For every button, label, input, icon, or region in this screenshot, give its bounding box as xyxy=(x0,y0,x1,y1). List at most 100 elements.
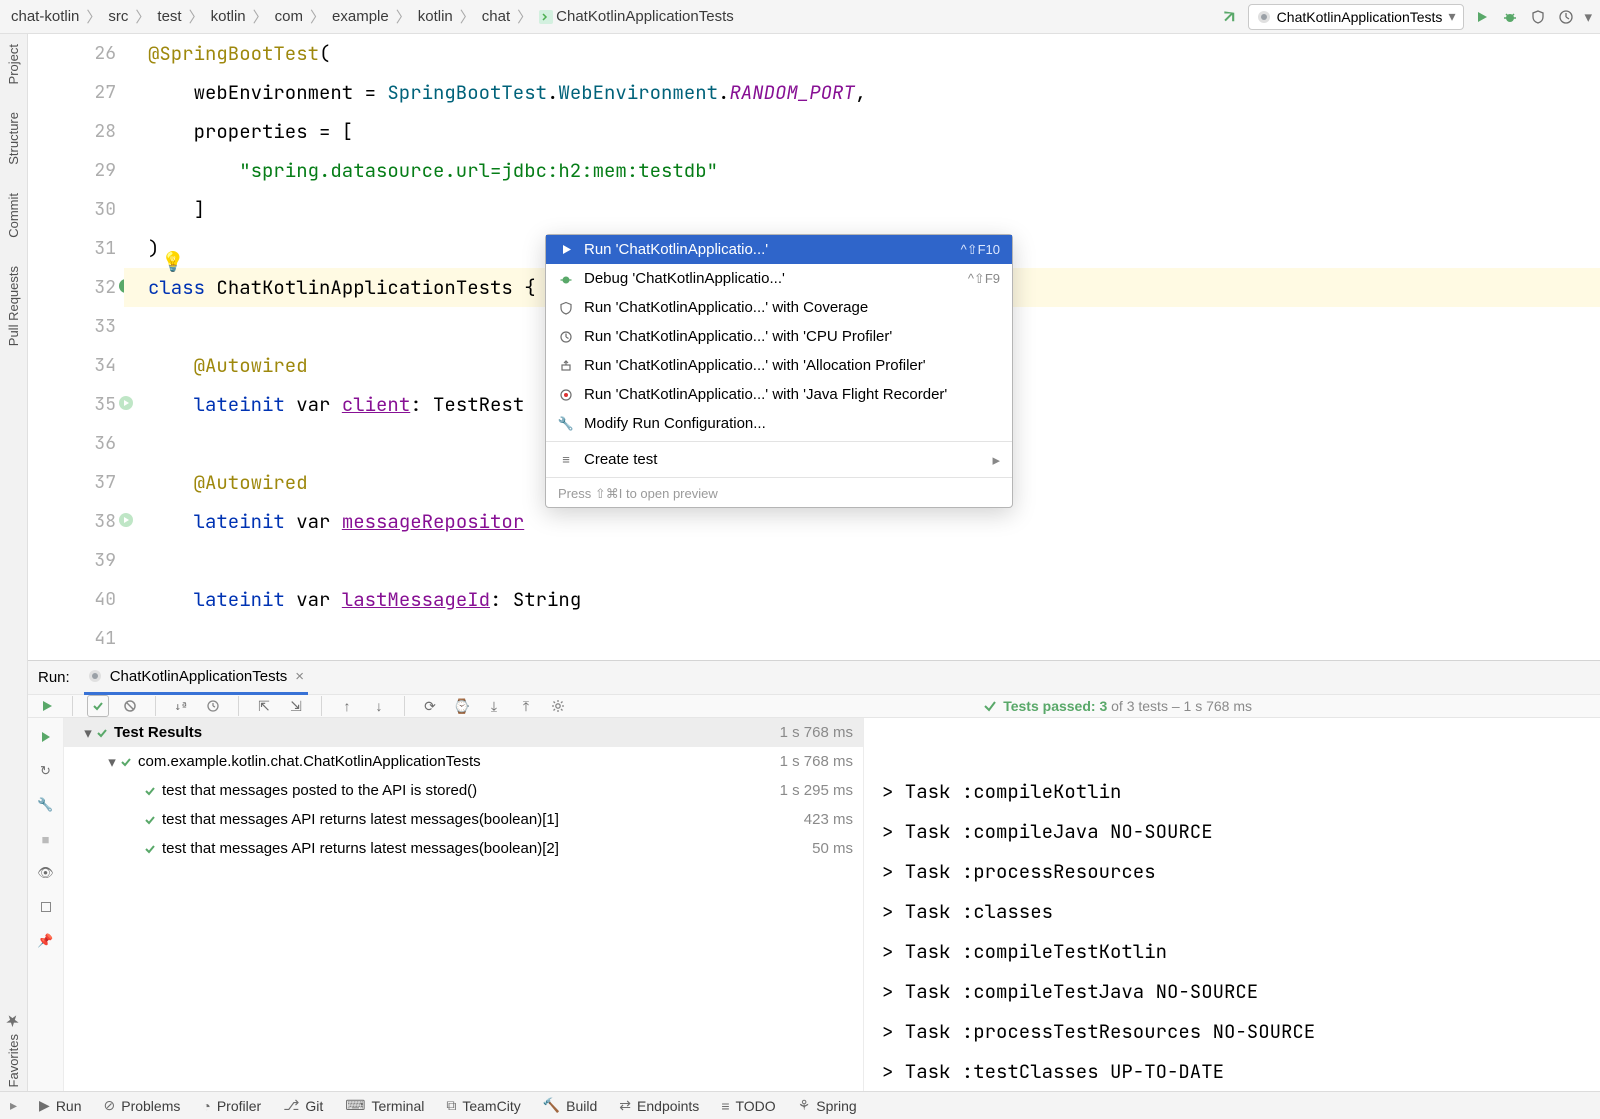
code-line[interactable] xyxy=(124,619,1600,658)
breadcrumb-item[interactable]: chat-kotlin xyxy=(8,6,82,27)
expand-all-icon[interactable]: ⇱ xyxy=(253,695,275,717)
line-number[interactable]: 33 xyxy=(28,307,116,346)
line-number[interactable]: 39 xyxy=(28,541,116,580)
run-icon[interactable] xyxy=(36,695,58,717)
gear-icon[interactable] xyxy=(547,695,569,717)
chevron-icon[interactable]: ▸ xyxy=(10,1097,17,1114)
line-number[interactable]: 35 xyxy=(28,385,116,424)
line-number[interactable]: 36 xyxy=(28,424,116,463)
line-number[interactable]: 29 xyxy=(28,151,116,190)
code-line[interactable]: @SpringBootTest( xyxy=(124,34,1600,73)
line-number[interactable]: 27 xyxy=(28,73,116,112)
profiler-icon[interactable] xyxy=(1556,7,1576,27)
sort-alpha-icon[interactable]: ↓ª xyxy=(170,695,192,717)
check-icon xyxy=(983,699,997,713)
sb-endpoints[interactable]: ⇄Endpoints xyxy=(619,1097,699,1114)
down-icon[interactable]: ↓ xyxy=(368,695,390,717)
breadcrumb-item[interactable]: example xyxy=(329,6,392,27)
sb-todo[interactable]: ≡TODO xyxy=(721,1098,775,1114)
check-toggle-icon[interactable] xyxy=(87,695,109,717)
line-number[interactable]: 28 xyxy=(28,112,116,151)
tree-row[interactable]: test that messages posted to the API is … xyxy=(64,776,863,805)
breadcrumb-item[interactable]: kotlin xyxy=(208,6,249,27)
code-line[interactable]: ] xyxy=(124,190,1600,229)
build-icon[interactable] xyxy=(1220,7,1240,27)
run-config-dropdown[interactable]: ChatKotlinApplicationTests ▾ xyxy=(1248,4,1465,30)
breadcrumb-item[interactable]: chat xyxy=(479,6,513,27)
tool-favorites[interactable]: Favorites ★ xyxy=(2,1007,25,1091)
breadcrumb-item[interactable]: kotlin xyxy=(415,6,456,27)
console[interactable]: > Task :compileKotlin > Task :compileJav… xyxy=(864,718,1600,1106)
run-tab-active[interactable]: ChatKotlinApplicationTests × xyxy=(84,661,308,695)
code-line[interactable]: properties = [ xyxy=(124,112,1600,151)
block-icon[interactable] xyxy=(119,695,141,717)
rerun-icon[interactable]: ⟳ xyxy=(419,695,441,717)
rerun-tests-icon[interactable] xyxy=(35,726,57,748)
test-tree[interactable]: ▾Test Results1 s 768 ms▾com.example.kotl… xyxy=(64,718,864,1106)
tree-row[interactable]: test that messages API returns latest me… xyxy=(64,805,863,834)
breadcrumb-item[interactable]: src xyxy=(105,6,131,27)
ctx-create-test[interactable]: ≡Create test▸ xyxy=(546,445,1012,474)
sb-teamcity[interactable]: ⧉TeamCity xyxy=(446,1097,520,1114)
coverage-icon[interactable] xyxy=(1528,7,1548,27)
line-number[interactable]: 40 xyxy=(28,580,116,619)
code-line[interactable]: "spring.datasource.url=jdbc:h2:mem:testd… xyxy=(124,151,1600,190)
ctx-item-label: Modify Run Configuration... xyxy=(584,415,1000,432)
ctx-menu-item[interactable]: 🔧Modify Run Configuration... xyxy=(546,409,1012,438)
breadcrumb-item[interactable]: ChatKotlinApplicationTests xyxy=(536,6,737,27)
twisty-icon[interactable]: ▾ xyxy=(80,724,96,742)
up-icon[interactable]: ↑ xyxy=(336,695,358,717)
chevron-down-icon[interactable]: ▾ xyxy=(1584,8,1592,26)
sb-profiler[interactable]: ◔Profiler xyxy=(202,1098,261,1114)
tool-pull-requests[interactable]: Pull Requests xyxy=(4,262,23,350)
sb-terminal[interactable]: ⌨Terminal xyxy=(345,1097,424,1114)
line-number[interactable]: 34 xyxy=(28,346,116,385)
intention-bulb-icon[interactable]: 💡 xyxy=(161,242,185,281)
export-icon[interactable]: ⤒ xyxy=(515,695,537,717)
twisty-icon[interactable]: ▾ xyxy=(104,753,120,771)
line-number[interactable]: 32 xyxy=(28,268,116,307)
layout-icon[interactable] xyxy=(35,896,57,918)
sort-dur-icon[interactable] xyxy=(202,695,224,717)
sb-problems[interactable]: ⊘Problems xyxy=(104,1097,181,1114)
check-icon xyxy=(120,756,132,768)
ctx-menu-item[interactable]: Run 'ChatKotlinApplicatio...'^⇧F10 xyxy=(546,235,1012,264)
tree-row[interactable]: test that messages API returns latest me… xyxy=(64,834,863,863)
ctx-menu-item[interactable]: Run 'ChatKotlinApplicatio...' with 'Java… xyxy=(546,380,1012,409)
stop-icon[interactable]: ■ xyxy=(35,828,57,850)
code-line[interactable]: lateinit var lastMessageId: String xyxy=(124,580,1600,619)
tree-row[interactable]: ▾com.example.kotlin.chat.ChatKotlinAppli… xyxy=(64,747,863,776)
ctx-menu-item[interactable]: Run 'ChatKotlinApplicatio...' with Cover… xyxy=(546,293,1012,322)
code-line[interactable] xyxy=(124,541,1600,580)
watch-icon[interactable]: 👁 xyxy=(35,862,57,884)
line-number[interactable]: 26 xyxy=(28,34,116,73)
sb-spring[interactable]: ⚘Spring xyxy=(798,1097,857,1114)
sb-run[interactable]: ▶Run xyxy=(39,1097,81,1114)
pin-icon[interactable]: 📌 xyxy=(35,930,57,952)
code-line[interactable]: webEnvironment = SpringBootTest.WebEnvir… xyxy=(124,73,1600,112)
sb-git[interactable]: ⎇Git xyxy=(283,1097,323,1114)
import-icon[interactable]: ⤓ xyxy=(483,695,505,717)
rerun-failed-icon[interactable]: ↻ xyxy=(35,760,57,782)
close-icon[interactable]: × xyxy=(295,668,304,685)
line-number[interactable]: 41 xyxy=(28,619,116,658)
tool-commit[interactable]: Commit xyxy=(4,189,23,242)
tool-structure[interactable]: Structure xyxy=(4,108,23,169)
collapse-all-icon[interactable]: ⇲ xyxy=(285,695,307,717)
sb-build[interactable]: 🔨Build xyxy=(543,1097,598,1114)
tree-row[interactable]: ▾Test Results1 s 768 ms xyxy=(64,718,863,747)
debug-icon[interactable] xyxy=(1500,7,1520,27)
line-number[interactable]: 37 xyxy=(28,463,116,502)
line-number[interactable]: 31 xyxy=(28,229,116,268)
breadcrumb-item[interactable]: com xyxy=(272,6,306,27)
history-icon[interactable]: ⌚ xyxy=(451,695,473,717)
ctx-menu-item[interactable]: Debug 'ChatKotlinApplicatio...'^⇧F9 xyxy=(546,264,1012,293)
wrench-icon[interactable]: 🔧 xyxy=(35,794,57,816)
ctx-menu-item[interactable]: Run 'ChatKotlinApplicatio...' with 'CPU … xyxy=(546,322,1012,351)
run-icon[interactable] xyxy=(1472,7,1492,27)
tool-project[interactable]: Project xyxy=(4,40,23,88)
line-number[interactable]: 38 xyxy=(28,502,116,541)
breadcrumb-item[interactable]: test xyxy=(154,6,184,27)
ctx-menu-item[interactable]: Run 'ChatKotlinApplicatio...' with 'Allo… xyxy=(546,351,1012,380)
line-number[interactable]: 30 xyxy=(28,190,116,229)
